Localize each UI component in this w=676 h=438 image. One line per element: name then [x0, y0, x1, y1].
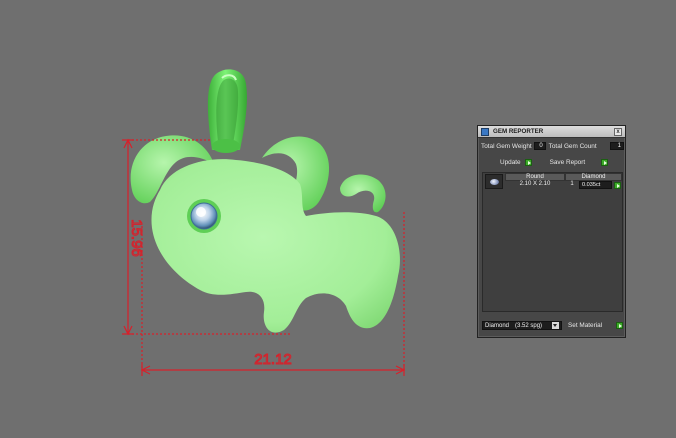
- save-report-label: Save Report: [549, 159, 586, 166]
- pendant-tail: [340, 174, 386, 213]
- column-header-material: Diamond: [565, 173, 622, 181]
- gem-weight-cell: 0.035ct: [579, 181, 612, 189]
- panel-title: GEM REPORTER: [493, 128, 544, 135]
- gem-row-action-button[interactable]: [614, 181, 621, 189]
- gem-size-cell: 2.10 X 2.10: [519, 181, 551, 187]
- width-dimension-label: 21.12: [254, 351, 292, 368]
- table-row[interactable]: 2.10 X 2.10 1 0.035ct: [505, 181, 622, 189]
- material-select[interactable]: Diamond (3.52 spg): [482, 321, 562, 330]
- gem-eye[interactable]: [187, 199, 221, 233]
- update-label: Update: [500, 159, 521, 166]
- total-gem-count-field: 1: [610, 142, 624, 150]
- save-report-button[interactable]: [601, 159, 608, 166]
- close-icon[interactable]: x: [614, 127, 622, 136]
- total-gem-weight-field: 0: [533, 142, 546, 150]
- totals-row: Total Gem Weight 0 Total Gem Count 1: [481, 142, 624, 150]
- material-row: Diamond (3.52 spg) Set Material: [482, 321, 623, 330]
- update-button[interactable]: [524, 159, 532, 166]
- total-gem-weight-label: Total Gem Weight: [481, 142, 532, 150]
- gem-count-cell: 1: [570, 181, 574, 187]
- gem-reporter-icon: [481, 127, 489, 136]
- gem-reporter-panel: GEM REPORTER x Total Gem Weight 0 Total …: [477, 125, 626, 338]
- total-gem-count-label: Total Gem Count: [548, 142, 597, 150]
- chevron-down-icon[interactable]: [552, 322, 559, 329]
- set-material-label: Set Material: [568, 322, 603, 329]
- set-material-button[interactable]: [616, 322, 623, 329]
- material-spg: (3.52 spg): [515, 322, 543, 329]
- panel-titlebar[interactable]: GEM REPORTER x: [478, 126, 625, 138]
- actions-row: Update Save Report: [500, 159, 608, 166]
- table-header: Round Diamond: [505, 173, 622, 181]
- gem-table: Round Diamond 2.10 X 2.10 1 0.035ct: [482, 172, 623, 312]
- gem-thumbnail[interactable]: [485, 174, 503, 189]
- pendant-bail: [207, 69, 247, 153]
- material-select-value: Diamond: [485, 322, 510, 329]
- column-header-shape: Round: [505, 173, 565, 181]
